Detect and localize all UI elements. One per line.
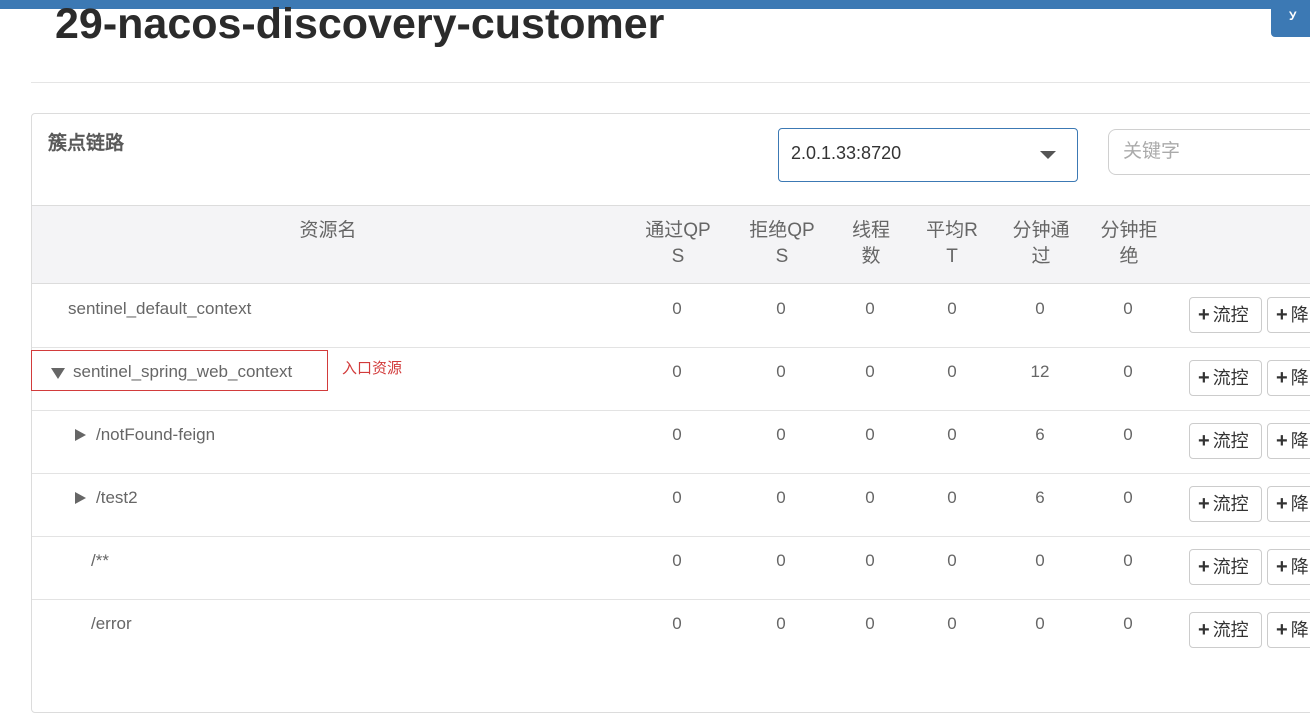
threads-value: 0	[865, 299, 875, 318]
avg-rt-value: 0	[947, 299, 957, 318]
minute-pass-value: 12	[1030, 362, 1050, 381]
pass-qps-value: 0	[672, 488, 682, 507]
threads-value: 0	[865, 425, 875, 444]
resource-name: /test2	[96, 488, 138, 507]
add-flow-rule-button[interactable]: + 流控	[1189, 549, 1262, 585]
block-qps-value: 0	[776, 614, 786, 633]
panel-heading: 簇点链路	[48, 133, 125, 154]
avg-rt-value: 0	[947, 425, 957, 444]
plus-icon: +	[1276, 430, 1288, 452]
caret-right-icon[interactable]	[75, 429, 86, 441]
minute-pass-value: 0	[1035, 551, 1045, 570]
plus-icon: +	[1276, 367, 1288, 389]
threads-value: 0	[865, 614, 875, 633]
machine-select-value: 2.0.1.33:8720	[791, 143, 902, 163]
plus-icon: +	[1198, 619, 1210, 641]
keyword-search-input[interactable]	[1108, 129, 1310, 175]
plus-icon: +	[1276, 556, 1288, 578]
pass-qps-value: 0	[672, 425, 682, 444]
minute-block-value: 0	[1123, 551, 1133, 570]
minute-pass-value: 0	[1035, 299, 1045, 318]
col-header-avg-rt: 平均R T	[926, 220, 978, 267]
resource-name: sentinel_default_context	[68, 299, 252, 318]
add-degrade-rule-button[interactable]: + 降	[1267, 549, 1310, 585]
pass-qps-value: 0	[672, 362, 682, 381]
pass-qps-value: 0	[672, 551, 682, 570]
block-qps-value: 0	[776, 425, 786, 444]
col-header-threads: 线程数	[851, 220, 890, 267]
annotation-highlight-box	[31, 350, 328, 391]
minute-pass-value: 6	[1035, 488, 1045, 507]
plus-icon: +	[1198, 367, 1210, 389]
title-divider	[31, 82, 1310, 83]
add-degrade-rule-button[interactable]: + 降	[1267, 297, 1310, 333]
annotation-label: 入口资源	[342, 360, 403, 377]
col-header-minute-block: 分钟拒绝	[1100, 220, 1158, 267]
minute-pass-value: 0	[1035, 614, 1045, 633]
block-qps-value: 0	[776, 551, 786, 570]
minute-block-value: 0	[1123, 488, 1133, 507]
pass-qps-value: 0	[672, 299, 682, 318]
threads-value: 0	[865, 488, 875, 507]
row-divider	[32, 536, 1310, 537]
add-flow-rule-button[interactable]: + 流控	[1189, 360, 1262, 396]
col-header-pass-qps: 通过QP S	[645, 220, 711, 267]
add-degrade-rule-button[interactable]: + 降	[1267, 360, 1310, 396]
avg-rt-value: 0	[947, 614, 957, 633]
add-flow-rule-button[interactable]: + 流控	[1189, 612, 1262, 648]
resource-name: /**	[91, 551, 109, 570]
navbar-corner-button[interactable]: У	[1271, 0, 1310, 37]
row-divider	[32, 347, 1310, 348]
minute-pass-value: 6	[1035, 425, 1045, 444]
plus-icon: +	[1276, 304, 1288, 326]
minute-block-value: 0	[1123, 425, 1133, 444]
block-qps-value: 0	[776, 362, 786, 381]
row-divider	[32, 473, 1310, 474]
caret-right-icon[interactable]	[75, 492, 86, 504]
add-flow-rule-button[interactable]: + 流控	[1189, 486, 1262, 522]
plus-icon: +	[1198, 304, 1210, 326]
avg-rt-value: 0	[947, 488, 957, 507]
block-qps-value: 0	[776, 488, 786, 507]
minute-block-value: 0	[1123, 362, 1133, 381]
plus-icon: +	[1198, 430, 1210, 452]
pass-qps-value: 0	[672, 614, 682, 633]
resource-name: /error	[91, 614, 132, 633]
machine-select[interactable]: 2.0.1.33:8720	[778, 128, 1078, 182]
plus-icon: +	[1276, 619, 1288, 641]
minute-block-value: 0	[1123, 299, 1133, 318]
avg-rt-value: 0	[947, 551, 957, 570]
row-divider	[32, 410, 1310, 411]
col-header-block-qps: 拒绝QP S	[749, 220, 815, 267]
col-header-resource-name: 资源名	[299, 220, 357, 241]
resource-name: /notFound-feign	[96, 425, 216, 444]
minute-block-value: 0	[1123, 614, 1133, 633]
add-degrade-rule-button[interactable]: + 降	[1267, 612, 1310, 648]
avg-rt-value: 0	[947, 362, 957, 381]
threads-value: 0	[865, 362, 875, 381]
col-header-minute-pass: 分钟通过	[1012, 220, 1070, 267]
plus-icon: +	[1198, 556, 1210, 578]
block-qps-value: 0	[776, 299, 786, 318]
plus-icon: +	[1276, 493, 1288, 515]
row-divider	[32, 599, 1310, 600]
add-flow-rule-button[interactable]: + 流控	[1189, 423, 1262, 459]
add-degrade-rule-button[interactable]: + 降	[1267, 486, 1310, 522]
chevron-down-icon	[1040, 151, 1056, 159]
add-flow-rule-button[interactable]: + 流控	[1189, 297, 1262, 333]
add-degrade-rule-button[interactable]: + 降	[1267, 423, 1310, 459]
page-title: 29-nacos-discovery-customer	[55, 0, 665, 48]
plus-icon: +	[1198, 493, 1210, 515]
threads-value: 0	[865, 551, 875, 570]
